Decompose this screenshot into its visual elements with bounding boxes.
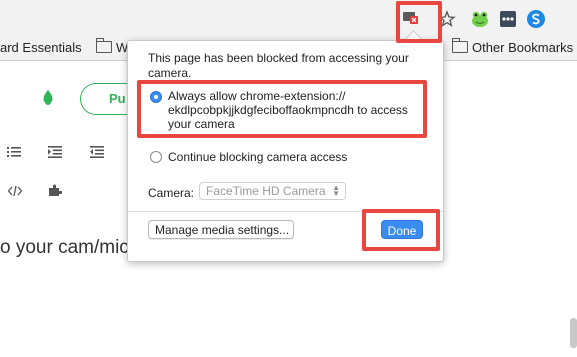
highlight-allow-option <box>137 80 427 138</box>
folder-icon <box>95 38 112 53</box>
extension-s-icon[interactable] <box>526 9 546 29</box>
block-radio[interactable] <box>150 151 162 163</box>
popup-title: This page has been blocked from accessin… <box>148 51 409 80</box>
indent-icon[interactable] <box>48 146 62 158</box>
leaf-icon <box>43 90 53 105</box>
camera-select-value: FaceTime HD Camera <box>206 184 326 198</box>
highlight-camera-icon <box>396 1 442 43</box>
manage-media-settings-button[interactable]: Manage media settings... <box>148 220 294 239</box>
extension-dots-icon[interactable] <box>499 10 517 28</box>
highlight-done-button <box>362 209 440 251</box>
bullet-list-icon[interactable] <box>7 146 21 158</box>
select-arrows-icon: ▲ ▼ <box>332 183 340 198</box>
bookmark-essentials[interactable]: ard Essentials <box>0 40 82 55</box>
camera-label: Camera: <box>148 186 195 200</box>
bookmark-other-bookmarks[interactable]: Other Bookmarks <box>451 38 573 55</box>
camera-select[interactable]: FaceTime HD Camera ▲ ▼ <box>199 182 346 200</box>
code-icon[interactable] <box>8 185 22 197</box>
scrollbar[interactable] <box>570 318 577 348</box>
folder-icon <box>451 38 468 53</box>
outdent-icon[interactable] <box>90 146 104 158</box>
page-body-text: o your cam/mic <box>0 237 129 258</box>
block-option-label[interactable]: Continue blocking camera access <box>168 150 347 164</box>
browser-toolbar <box>0 0 577 36</box>
extension-frog-icon[interactable] <box>470 9 490 29</box>
plugin-icon[interactable] <box>48 184 62 196</box>
